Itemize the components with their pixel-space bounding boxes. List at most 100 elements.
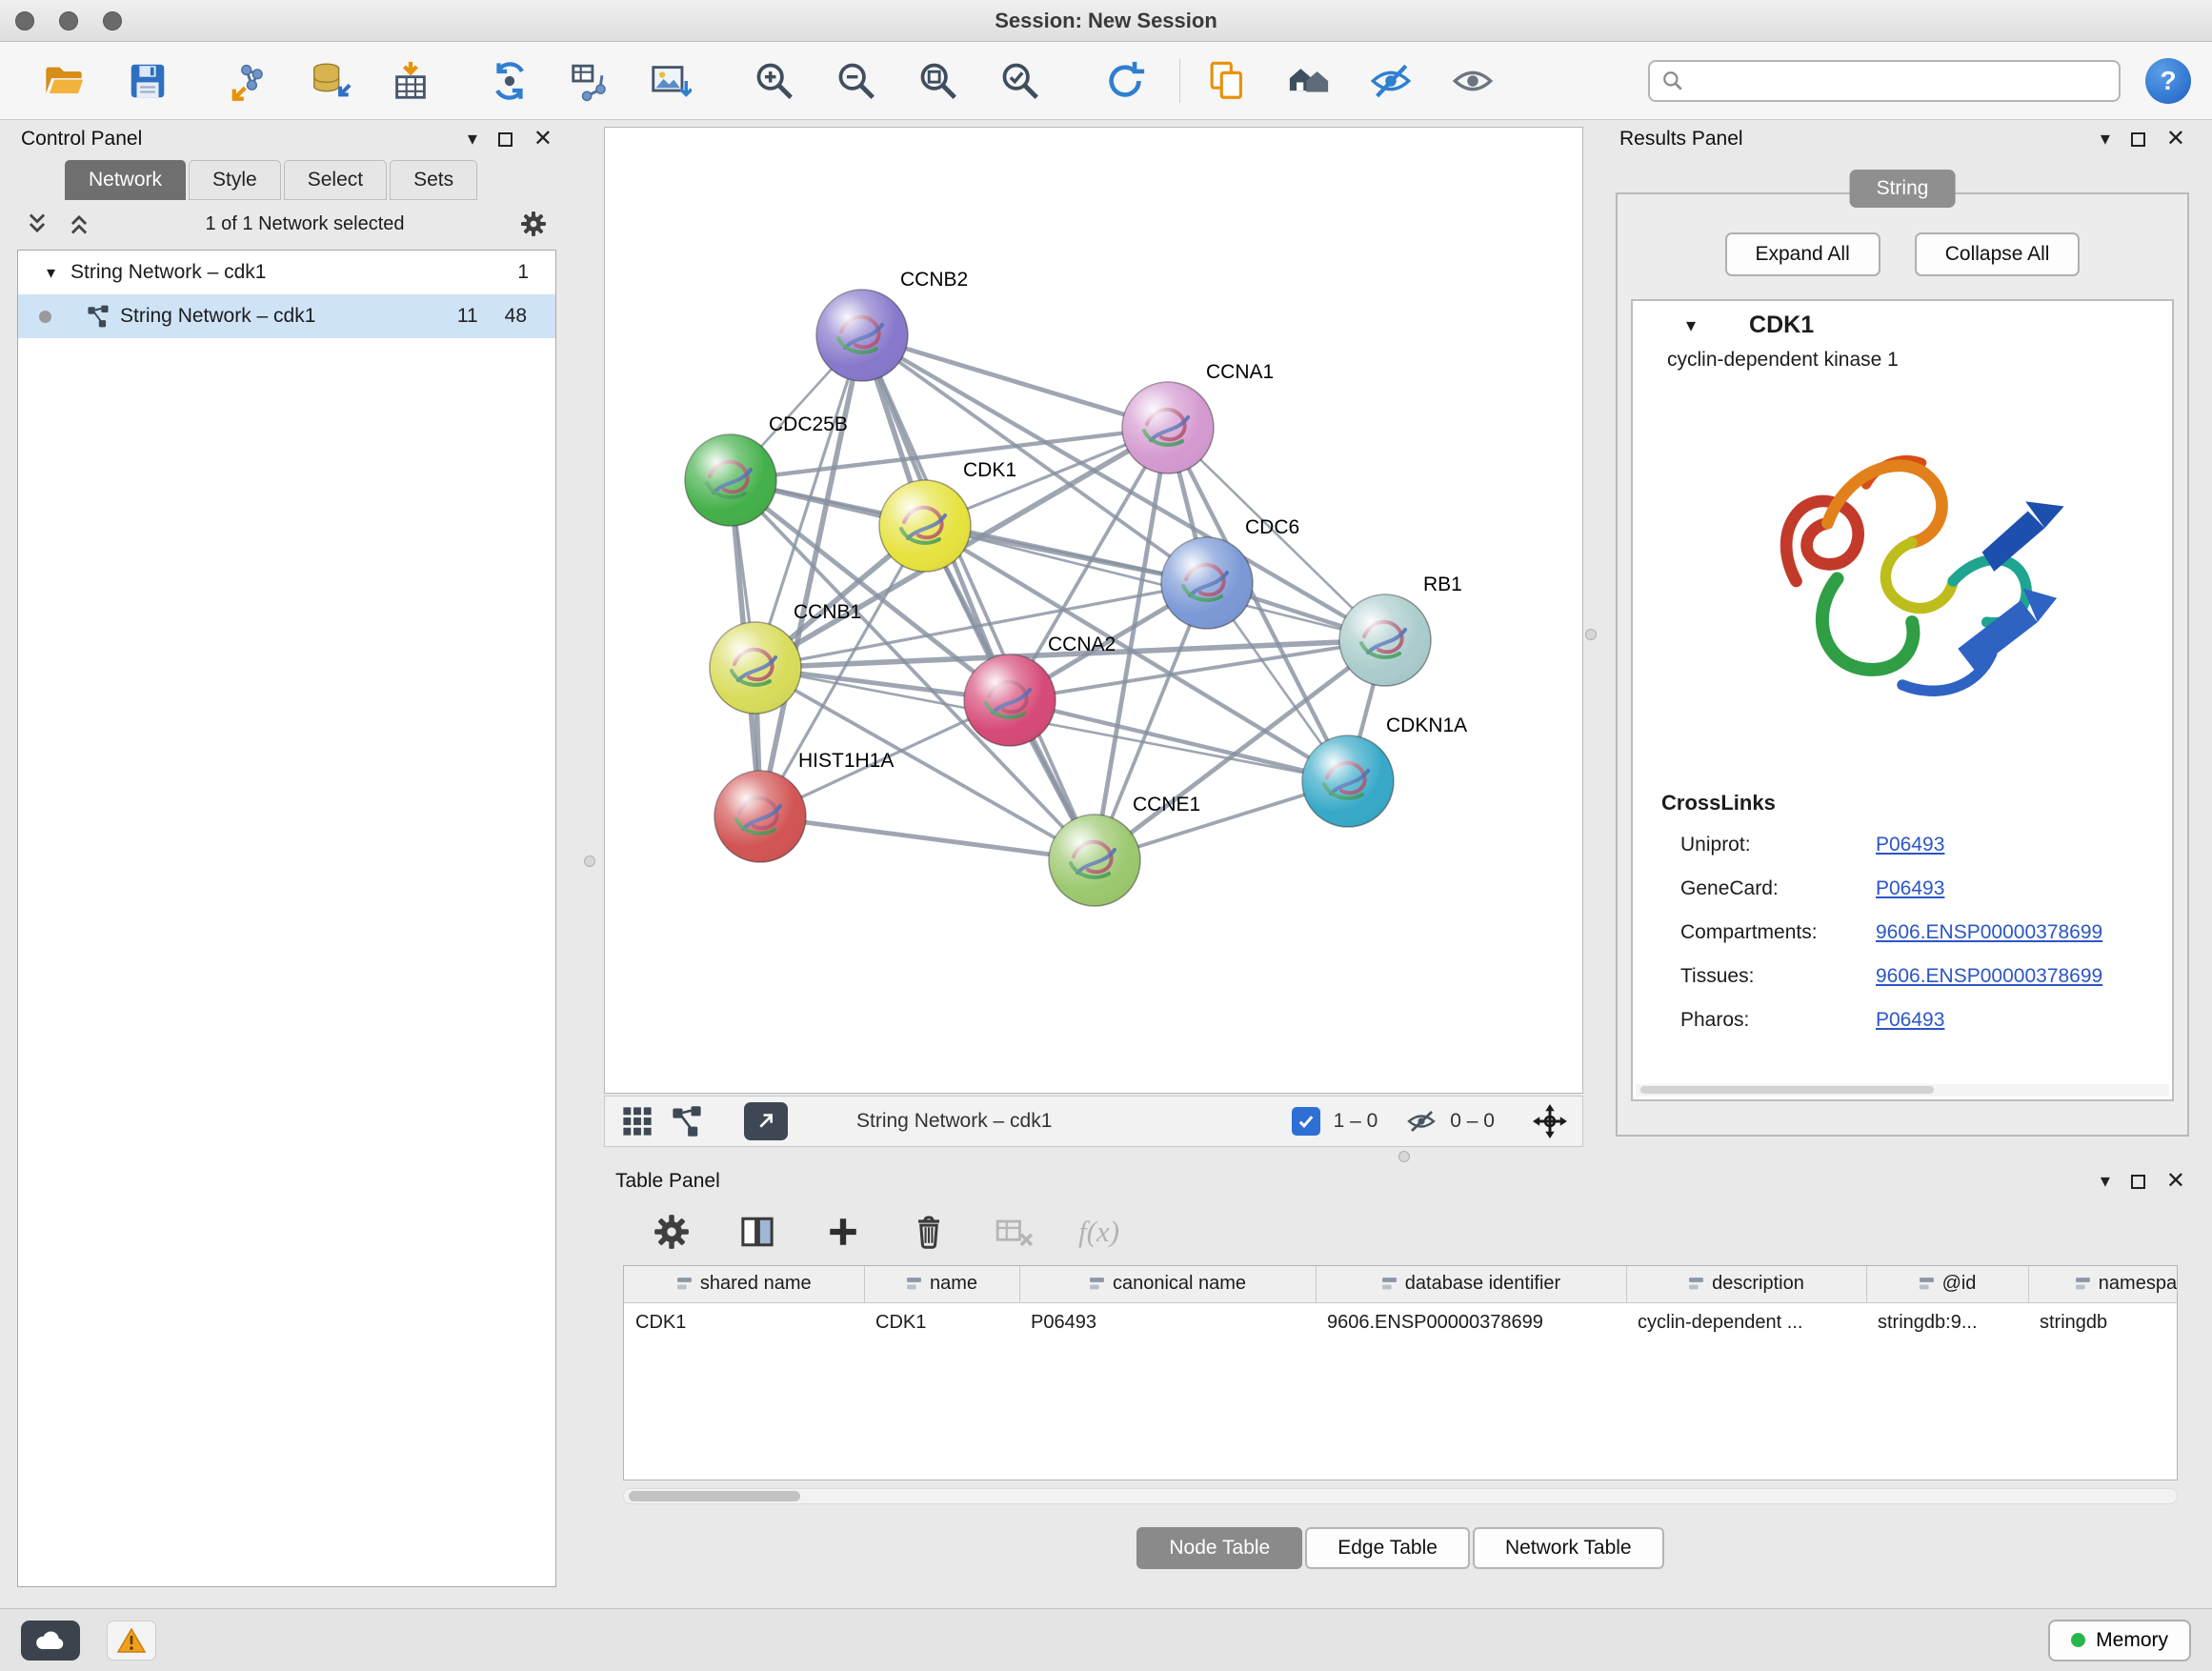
memory-button[interactable]: Memory <box>2048 1620 2191 1661</box>
import-network-file-button[interactable] <box>223 53 278 109</box>
network-node-HIST1H1A[interactable]: HIST1H1A <box>714 750 894 862</box>
panel-close-icon[interactable]: ✕ <box>2166 1170 2185 1193</box>
export-image-button[interactable] <box>642 53 697 109</box>
selected-items-checkbox[interactable] <box>1292 1107 1320 1136</box>
column-header-namespace[interactable]: namespace <box>2028 1266 2178 1302</box>
panel-float-icon[interactable] <box>498 132 513 147</box>
panel-menu-caret-icon[interactable]: ▾ <box>468 130 477 149</box>
gear-icon[interactable] <box>518 209 549 239</box>
network-canvas[interactable]: CCNB2CCNA1CDC25BCDK1CDC6RB1CCNB1CCNA2CDK… <box>604 127 1583 1094</box>
network-tree-root-row[interactable]: ▾ String Network – cdk1 1 <box>18 251 555 294</box>
refresh-network-button[interactable] <box>1097 53 1153 109</box>
search-input[interactable] <box>1694 70 2107 91</box>
table-cell[interactable]: stringdb:9... <box>1866 1302 2028 1342</box>
table-cell[interactable]: P06493 <box>1019 1302 1316 1342</box>
column-header-description[interactable]: description <box>1626 1266 1866 1302</box>
table-row[interactable]: CDK1CDK1P064939606.ENSP00000378699cyclin… <box>624 1302 2178 1342</box>
table-cell[interactable]: CDK1 <box>624 1302 864 1342</box>
network-tree-child-row[interactable]: String Network – cdk1 11 48 <box>18 294 555 338</box>
show-graphics-details-button[interactable] <box>1445 53 1500 109</box>
close-window-button[interactable] <box>15 11 34 30</box>
layout-network-button[interactable] <box>482 53 537 109</box>
network-edge[interactable] <box>760 335 862 816</box>
left-splitter-handle[interactable] <box>584 856 595 867</box>
column-header--id[interactable]: @id <box>1866 1266 2028 1302</box>
crosslink-link[interactable]: 9606.ENSP00000378699 <box>1876 965 2102 988</box>
show-columns-button[interactable] <box>730 1204 785 1259</box>
column-header-canonical-name[interactable]: canonical name <box>1019 1266 1316 1302</box>
warnings-button[interactable] <box>107 1621 156 1661</box>
delete-column-button[interactable] <box>901 1204 956 1259</box>
tree-expand-icon[interactable]: ▾ <box>47 263 55 283</box>
birdseye-view-button[interactable] <box>670 1104 704 1138</box>
hidden-items-eye-slash-icon[interactable] <box>1406 1106 1437 1137</box>
minimize-window-button[interactable] <box>59 11 78 30</box>
collapse-all-icon[interactable] <box>25 211 50 236</box>
network-node-CCNB2[interactable]: CCNB2 <box>816 269 968 381</box>
section-collapse-icon[interactable]: ▾ <box>1686 313 1696 337</box>
add-column-button[interactable] <box>815 1204 871 1259</box>
table-cell[interactable]: stringdb <box>2028 1302 2178 1342</box>
zoom-out-button[interactable] <box>829 53 884 109</box>
panel-close-icon[interactable]: ✕ <box>533 128 553 151</box>
zoom-in-button[interactable] <box>747 53 802 109</box>
import-table-file-button[interactable] <box>383 53 438 109</box>
tab-network-table[interactable]: Network Table <box>1473 1527 1664 1569</box>
tab-style[interactable]: Style <box>189 160 281 200</box>
zoom-selected-button[interactable] <box>993 53 1048 109</box>
network-node-CDKN1A[interactable]: CDKN1A <box>1302 715 1467 827</box>
network-table-button[interactable] <box>562 53 617 109</box>
panel-float-icon[interactable] <box>2131 132 2145 147</box>
panel-float-icon[interactable] <box>2131 1175 2145 1189</box>
column-header-database-identifier[interactable]: database identifier <box>1316 1266 1626 1302</box>
panel-menu-caret-icon[interactable]: ▾ <box>2101 130 2110 149</box>
crosslink-link[interactable]: P06493 <box>1876 1009 1944 1032</box>
maximize-window-button[interactable] <box>103 11 122 30</box>
crosslink-link[interactable]: P06493 <box>1876 834 1944 856</box>
network-edge[interactable] <box>862 335 1095 860</box>
zoom-fit-button[interactable] <box>911 53 966 109</box>
network-node-RB1[interactable]: RB1 <box>1339 574 1462 686</box>
cloud-button[interactable] <box>21 1621 80 1661</box>
protein-card-header[interactable]: ▾ CDK1 <box>1633 301 2172 349</box>
bottom-splitter-handle[interactable] <box>1398 1151 1410 1162</box>
help-button[interactable]: ? <box>2145 58 2191 104</box>
network-node-CCNB1[interactable]: CCNB1 <box>710 601 861 714</box>
import-network-database-button[interactable] <box>303 53 358 109</box>
tab-string[interactable]: String <box>1850 170 1956 208</box>
tab-node-table[interactable]: Node Table <box>1136 1527 1302 1569</box>
table-cell[interactable]: cyclin-dependent ... <box>1626 1302 1866 1342</box>
tab-edge-table[interactable]: Edge Table <box>1305 1527 1470 1569</box>
table-cell[interactable]: 9606.ENSP00000378699 <box>1316 1302 1626 1342</box>
crosslink-link[interactable]: P06493 <box>1876 877 1944 900</box>
protein-card-scrollbar[interactable] <box>1636 1084 2169 1097</box>
network-node-CDC6[interactable]: CDC6 <box>1161 516 1299 629</box>
function-builder-button[interactable]: f(x) <box>1078 1215 1119 1249</box>
tab-select[interactable]: Select <box>284 160 387 200</box>
table-cell[interactable]: CDK1 <box>864 1302 1019 1342</box>
table-settings-button[interactable] <box>644 1204 699 1259</box>
table-horizontal-scrollbar[interactable] <box>623 1488 2178 1504</box>
open-in-new-window-button[interactable] <box>744 1102 788 1140</box>
tab-sets[interactable]: Sets <box>390 160 477 200</box>
scrollbar-thumb[interactable] <box>629 1491 800 1501</box>
crosslink-link[interactable]: 9606.ENSP00000378699 <box>1876 921 2102 944</box>
string-home-button[interactable] <box>1281 53 1337 109</box>
copy-document-button[interactable] <box>1199 53 1255 109</box>
panel-close-icon[interactable]: ✕ <box>2166 128 2185 151</box>
right-splitter-handle[interactable] <box>1585 629 1597 640</box>
pan-crosshair-icon[interactable] <box>1533 1104 1567 1138</box>
network-edge[interactable] <box>760 816 1095 860</box>
tab-network[interactable]: Network <box>65 160 186 200</box>
collapse-all-button[interactable]: Collapse All <box>1915 232 2081 276</box>
panel-menu-caret-icon[interactable]: ▾ <box>2101 1172 2110 1191</box>
delete-table-button-disabled[interactable] <box>987 1204 1042 1259</box>
network-node-CCNA1[interactable]: CCNA1 <box>1122 361 1274 473</box>
expand-all-icon[interactable] <box>67 211 91 236</box>
column-header-name[interactable]: name <box>864 1266 1019 1302</box>
column-header-shared-name[interactable]: shared name <box>624 1266 864 1302</box>
open-session-button[interactable] <box>36 53 91 109</box>
network-edge[interactable] <box>1010 700 1348 781</box>
network-edge[interactable] <box>862 335 1168 428</box>
grid-view-button[interactable] <box>620 1104 654 1138</box>
